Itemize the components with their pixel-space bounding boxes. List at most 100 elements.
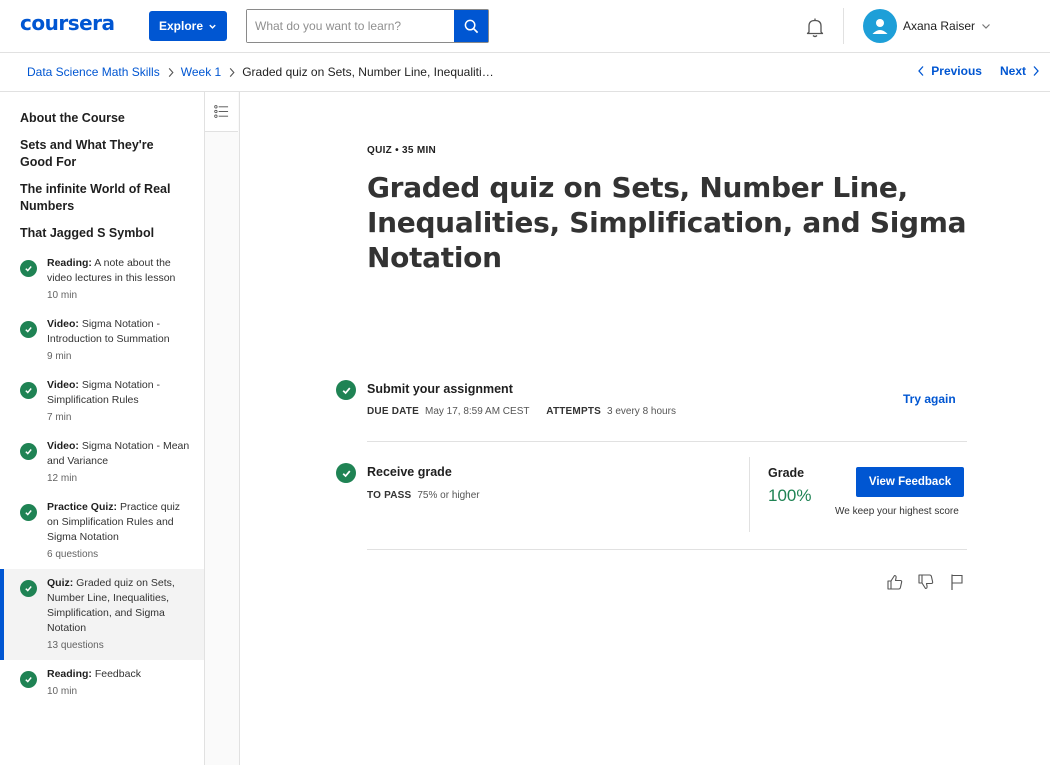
- item-type: Video:: [47, 440, 79, 452]
- sidebar-item[interactable]: Practice Quiz: Practice quiz on Simplifi…: [0, 493, 204, 569]
- list-icon: [214, 105, 229, 118]
- bell-icon: [806, 18, 824, 38]
- chevron-right-icon: [1033, 66, 1039, 76]
- check-icon: [20, 671, 37, 688]
- chevron-right-icon: [167, 67, 175, 78]
- coursera-logo[interactable]: coursera: [20, 11, 115, 35]
- sidebar-item-text: Practice Quiz: Practice quiz on Simplifi…: [47, 500, 192, 545]
- sidebar-item-text: Quiz: Graded quiz on Sets, Number Line, …: [47, 576, 192, 636]
- top-header: coursera Explore Axana Raiser: [0, 0, 1050, 53]
- item-type: Practice Quiz:: [47, 501, 118, 513]
- explore-label: Explore: [158, 19, 203, 33]
- sidebar-section-jagged-s[interactable]: That Jagged S Symbol: [0, 225, 204, 242]
- check-icon: [336, 463, 356, 483]
- item-type: Reading:: [47, 668, 92, 680]
- grade-divider: [749, 457, 750, 532]
- page-title: Graded quiz on Sets, Number Line, Inequa…: [367, 171, 967, 274]
- divider: [367, 549, 967, 550]
- chevron-left-icon: [918, 66, 924, 76]
- check-icon: [20, 260, 37, 277]
- breadcrumb-week[interactable]: Week 1: [181, 65, 221, 79]
- next-label: Next: [999, 64, 1026, 78]
- toggle-outline-button[interactable]: [205, 92, 238, 132]
- prev-next-nav: Previous Next: [917, 64, 1040, 78]
- course-sidebar: About the Course Sets and What They're G…: [0, 92, 205, 765]
- sidebar-item[interactable]: Video: Sigma Notation - Simplification R…: [0, 371, 204, 432]
- grade-label: Grade: [768, 466, 805, 480]
- grade-value: 100%: [768, 486, 812, 505]
- check-icon: [20, 580, 37, 597]
- avatar: [863, 9, 897, 43]
- item-meta: 13 questions: [47, 640, 104, 651]
- item-type: Video:: [47, 379, 79, 391]
- quiz-meta: QUIZ • 35 MIN: [367, 145, 437, 156]
- item-meta: 10 min: [47, 290, 78, 301]
- sidebar-item[interactable]: Video: Sigma Notation - Introduction to …: [0, 310, 204, 371]
- header-divider: [843, 8, 844, 44]
- search-button[interactable]: [454, 10, 488, 42]
- breadcrumb-course[interactable]: Data Science Math Skills: [27, 65, 160, 79]
- sidebar-item[interactable]: Reading: A note about the video lectures…: [0, 249, 204, 310]
- sidebar-item-text: Reading: A note about the video lectures…: [47, 256, 192, 286]
- item-meta: 6 questions: [47, 549, 99, 560]
- to-pass-value: 75% or higher: [417, 490, 480, 501]
- divider: [367, 441, 967, 442]
- search-input[interactable]: [247, 10, 454, 42]
- explore-button[interactable]: Explore: [149, 11, 227, 41]
- check-icon: [20, 382, 37, 399]
- check-icon: [336, 380, 356, 400]
- sidebar-item[interactable]: Reading: Feedback 10 min: [0, 660, 204, 706]
- sidebar-item-list: Reading: A note about the video lectures…: [0, 249, 204, 706]
- sidebar-section-about[interactable]: About the Course: [0, 110, 204, 127]
- item-meta: 10 min: [47, 686, 78, 697]
- chevron-down-icon: [982, 24, 990, 29]
- check-icon: [20, 504, 37, 521]
- notifications-button[interactable]: [804, 16, 826, 38]
- sidebar-item-text: Video: Sigma Notation - Introduction to …: [47, 317, 192, 347]
- highest-score-note: We keep your highest score: [835, 506, 959, 517]
- chevron-down-icon: [209, 24, 216, 29]
- pass-details: TO PASS 75% or higher: [367, 490, 494, 501]
- feedback-actions: [885, 572, 966, 591]
- breadcrumb-bar: Data Science Math Skills Week 1 Graded q…: [0, 53, 1050, 92]
- submit-assignment-title: Submit your assignment: [367, 382, 513, 396]
- report-button[interactable]: [947, 572, 966, 591]
- previous-label: Previous: [931, 64, 982, 78]
- sidebar-item-text: Video: Sigma Notation - Mean and Varianc…: [47, 439, 192, 469]
- chevron-right-icon: [228, 67, 236, 78]
- previous-button[interactable]: Previous: [917, 64, 982, 78]
- sidebar-section-sets[interactable]: Sets and What They're Good For: [0, 137, 204, 171]
- item-meta: 9 min: [47, 351, 72, 362]
- to-pass-label: TO PASS: [367, 490, 412, 501]
- view-feedback-button[interactable]: View Feedback: [856, 467, 964, 497]
- next-button[interactable]: Next: [1000, 64, 1040, 78]
- sidebar-item[interactable]: Video: Sigma Notation - Mean and Varianc…: [0, 432, 204, 493]
- search-box: [246, 9, 489, 43]
- search-icon: [464, 19, 478, 33]
- receive-grade-row: Receive grade TO PASS 75% or higher Grade…: [336, 457, 970, 538]
- submit-details: DUE DATE May 17, 8:59 AM CEST ATTEMPTS 3 e…: [367, 406, 690, 417]
- sidebar-item-text: Video: Sigma Notation - Simplification R…: [47, 378, 192, 408]
- sidebar-item-active[interactable]: Quiz: Graded quiz on Sets, Number Line, …: [0, 569, 204, 660]
- item-type: Video:: [47, 318, 79, 330]
- due-date-value: May 17, 8:59 AM CEST: [424, 406, 530, 417]
- breadcrumb: Data Science Math Skills Week 1 Graded q…: [27, 65, 494, 79]
- item-type: Reading:: [47, 257, 92, 269]
- item-meta: 7 min: [47, 412, 72, 423]
- submit-assignment-row: Submit your assignment DUE DATE May 17, 8…: [336, 380, 970, 420]
- check-icon: [20, 443, 37, 460]
- main-content: QUIZ • 35 MIN Graded quiz on Sets, Numbe…: [240, 92, 1050, 765]
- user-menu[interactable]: Axana Raiser: [863, 9, 991, 43]
- item-type: Quiz:: [47, 577, 74, 589]
- dislike-button[interactable]: [916, 572, 935, 591]
- like-button[interactable]: [885, 572, 904, 591]
- attempts-label: ATTEMPTS: [546, 406, 602, 417]
- thumbs-up-icon: [886, 574, 902, 590]
- attempts-value: 3 every 8 hours: [607, 406, 676, 417]
- user-icon: [872, 19, 888, 34]
- breadcrumb-current: Graded quiz on Sets, Number Line, Inequa…: [242, 65, 495, 79]
- item-title: Feedback: [94, 668, 141, 680]
- try-again-link[interactable]: Try again: [903, 392, 956, 406]
- flag-icon: [950, 574, 963, 590]
- sidebar-section-real-numbers[interactable]: The infinite World of Real Numbers: [0, 181, 204, 215]
